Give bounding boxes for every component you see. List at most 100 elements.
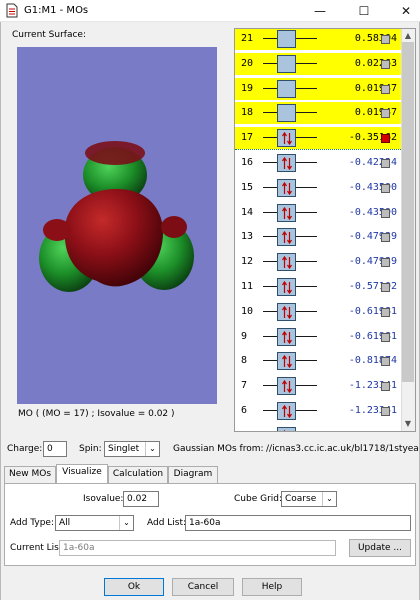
mo-row[interactable]: 10 -0.61981 — [235, 301, 401, 323]
isovalue-field[interactable]: 0.02 — [123, 491, 159, 507]
mo-number: 11 — [241, 281, 254, 292]
mo-row[interactable]: 7 -1.23341 — [235, 375, 401, 397]
mo-visibility-checkbox[interactable] — [381, 208, 390, 218]
mo-visibility-checkbox[interactable] — [381, 183, 390, 193]
mo-row[interactable]: 6 -1.23341 — [235, 400, 401, 422]
mo-number: 12 — [241, 256, 254, 268]
occupied-orbital-icon — [277, 377, 296, 396]
help-button[interactable]: Help — [242, 578, 302, 596]
mo-number: 16 — [241, 157, 254, 168]
occupied-orbital-icon — [277, 154, 296, 172]
mo-visibility-checkbox[interactable] — [381, 233, 390, 243]
current-list-field: 1a-60a — [59, 540, 336, 556]
scroll-down-icon[interactable]: ▼ — [402, 418, 414, 430]
mo-number: 18 — [241, 107, 254, 119]
scroll-up-icon[interactable]: ▲ — [402, 30, 414, 42]
tab-diagram[interactable]: Diagram — [168, 466, 218, 483]
mo-visibility-checkbox[interactable] — [381, 84, 390, 94]
mo-visibility-checkbox[interactable] — [381, 134, 390, 144]
maximize-button[interactable]: ☐ — [344, 0, 384, 22]
current-surface-label: Current Surface: — [12, 30, 86, 40]
mo-number: 19 — [241, 82, 254, 94]
mo-visibility-checkbox[interactable] — [381, 307, 390, 317]
occupied-orbital-icon — [277, 426, 296, 431]
mo-row[interactable]: 8 -0.81874 — [235, 350, 401, 372]
mo-visibility-checkbox[interactable] — [381, 382, 390, 392]
mo-visibility-checkbox[interactable] — [381, 109, 390, 119]
mo-number: 21 — [241, 33, 254, 44]
occupied-orbital-icon — [277, 228, 296, 247]
minimize-icon: — — [314, 4, 326, 18]
empty-orbital-icon — [277, 104, 296, 123]
add-list-field[interactable]: 1a-60a — [185, 515, 411, 531]
occupied-orbital-icon — [277, 178, 296, 197]
mo-row[interactable]: 17 -0.35162 — [235, 127, 401, 150]
mo-row[interactable]: 20 0.02263 — [235, 52, 401, 75]
mo-visibility-checkbox[interactable] — [381, 283, 390, 292]
title-bar: G1:M1 - MOs — ☐ ✕ — [0, 0, 420, 22]
empty-orbital-icon — [277, 54, 296, 73]
tab-calculation[interactable]: Calculation — [108, 466, 168, 483]
mo-caption: MO ( (MO = 17) ; Isovalue = 0.02 ) — [18, 409, 175, 419]
chevron-down-icon: ⌄ — [322, 492, 336, 506]
mo-row[interactable]: 5 — [235, 425, 401, 431]
tab-new-mos[interactable]: New MOs — [4, 466, 56, 483]
surface-viewport[interactable] — [17, 47, 217, 404]
occupied-orbital-icon — [277, 327, 296, 346]
mo-number: 14 — [241, 206, 254, 218]
mo-row[interactable]: 12 -0.47939 — [235, 251, 401, 273]
cancel-button[interactable]: Cancel — [172, 578, 234, 596]
mo-row[interactable]: 19 0.01947 — [235, 77, 401, 100]
cube-grid-label: Cube Grid: — [234, 494, 283, 504]
spin-value: Singlet — [108, 444, 140, 454]
close-button[interactable]: ✕ — [386, 0, 420, 22]
mo-visibility-checkbox[interactable] — [381, 357, 390, 367]
add-type-select[interactable]: All ⌄ — [55, 515, 134, 531]
update-button[interactable]: Update ... — [349, 539, 411, 557]
mo-number: 13 — [241, 231, 254, 243]
minimize-button[interactable]: — — [300, 0, 340, 22]
mo-visibility-checkbox[interactable] — [381, 159, 390, 168]
chevron-down-icon: ⌄ — [145, 442, 159, 456]
mo-row[interactable]: 21 0.58304 — [235, 29, 401, 50]
mo-number: 20 — [241, 57, 254, 69]
mo-row[interactable]: 18 0.01947 — [235, 102, 401, 125]
charge-label: Charge: — [7, 444, 43, 454]
charge-field[interactable]: 0 — [43, 441, 67, 457]
empty-orbital-icon — [277, 30, 296, 48]
mo-row[interactable]: 11 -0.57102 — [235, 276, 401, 298]
scrollbar-thumb[interactable] — [402, 42, 414, 382]
mo-visibility-checkbox[interactable] — [381, 35, 390, 44]
mo-energy-list[interactable]: 21 0.58304 20 0.02263 19 0.01947 18 0.01947 17 -0… — [234, 28, 416, 432]
mo-visibility-checkbox[interactable] — [381, 258, 390, 268]
gaussian-source-path: //icnas3.cc.ic.ac.uk/bl1718/1styearl — [266, 444, 418, 454]
cube-grid-value: Coarse — [285, 494, 317, 504]
mo-row[interactable]: 13 -0.47939 — [235, 226, 401, 248]
mo-visibility-checkbox[interactable] — [381, 332, 390, 342]
isovalue-label: Isovalue: — [83, 494, 124, 504]
current-list-label: Current List: — [10, 543, 66, 553]
spin-label: Spin: — [79, 444, 102, 454]
mo-row[interactable]: 16 -0.42224 — [235, 152, 401, 174]
mo-visibility-checkbox[interactable] — [381, 59, 390, 69]
occupied-orbital-icon — [277, 253, 296, 272]
spin-select[interactable]: Singlet ⌄ — [104, 441, 160, 457]
add-type-value: All — [59, 518, 71, 528]
occupied-orbital-icon — [277, 402, 296, 420]
mo-number: 5 — [241, 430, 259, 431]
tab-visualize[interactable]: Visualize — [56, 464, 108, 484]
mo-number: 15 — [241, 181, 254, 193]
occupied-orbital-icon — [277, 352, 296, 371]
mo-row[interactable]: 15 -0.43590 — [235, 177, 401, 199]
ok-button[interactable]: Ok — [104, 578, 164, 596]
mo-visibility-checkbox[interactable] — [381, 407, 390, 416]
mo-number: 17 — [241, 132, 254, 144]
occupied-orbital-icon — [277, 302, 296, 321]
cube-grid-select[interactable]: Coarse ⌄ — [281, 491, 337, 507]
gaussian-source-label: Gaussian MOs from: — [173, 444, 264, 454]
mo-row[interactable]: 9 -0.61981 — [235, 326, 401, 348]
add-type-label: Add Type: — [10, 518, 54, 528]
mo-row[interactable]: 14 -0.43590 — [235, 202, 401, 224]
homo-lumo-divider — [235, 149, 401, 150]
close-icon: ✕ — [400, 4, 412, 18]
